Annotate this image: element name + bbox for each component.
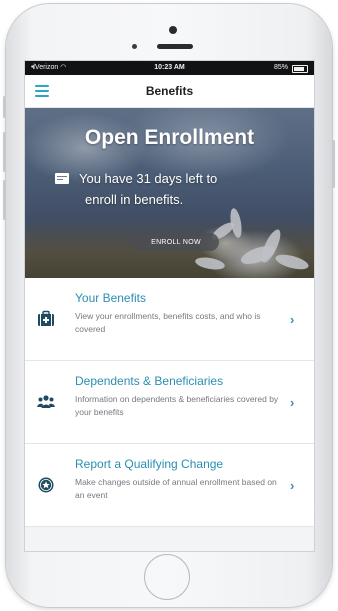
open-enrollment-banner: Open Enrollment You have 31 days left to… <box>25 108 314 278</box>
enrollment-message-line2: enroll in benefits. <box>85 192 184 207</box>
battery-percent: 85% <box>273 64 288 71</box>
status-bar: •ıl Verizon ◠ 10:23 AM 85% <box>25 61 314 75</box>
chevron-right-icon: › <box>290 395 295 410</box>
front-camera <box>169 26 177 34</box>
volume-up-button <box>3 132 6 172</box>
item-desc-your-benefits: View your enrollments, benefits costs, a… <box>75 311 261 334</box>
star-badge-icon <box>38 477 54 493</box>
list-item-dependents-beneficiaries[interactable]: Dependents & Beneficiaries Information o… <box>25 361 314 444</box>
app-screen: •ıl Verizon ◠ 10:23 AM 85% Benefits Open… <box>24 60 315 552</box>
group-people-icon <box>37 395 55 408</box>
enroll-now-button[interactable]: ENROLL NOW <box>133 233 219 251</box>
calendar-icon <box>55 173 69 184</box>
item-title-report-change: Report a Qualifying Change <box>75 457 224 471</box>
list-item-your-benefits[interactable]: Your Benefits View your enrollments, ben… <box>25 278 314 361</box>
item-desc-dependents: Information on dependents & beneficiarie… <box>75 394 279 417</box>
navigation-bar: Benefits <box>25 75 314 108</box>
battery-icon <box>292 65 308 73</box>
medical-kit-icon <box>38 310 54 326</box>
item-title-your-benefits: Your Benefits <box>75 291 146 305</box>
page-title: Benefits <box>145 84 194 98</box>
list-item-report-qualifying-change[interactable]: Report a Qualifying Change Make changes … <box>25 444 314 527</box>
proximity-sensor <box>132 44 137 49</box>
chevron-right-icon: › <box>290 478 295 493</box>
item-desc-report-change: Make changes outside of annual enrollmen… <box>75 477 277 500</box>
item-title-dependents: Dependents & Beneficiaries <box>75 374 224 388</box>
earpiece-speaker <box>157 44 193 49</box>
enrollment-message: You have 31 days left to enroll in benef… <box>55 168 295 210</box>
mute-switch <box>3 96 6 118</box>
banner-title: Open Enrollment <box>84 126 255 149</box>
status-time: 10:23 AM <box>154 64 185 71</box>
home-button[interactable] <box>144 554 190 600</box>
benefits-menu-list: Your Benefits View your enrollments, ben… <box>25 278 314 527</box>
enrollment-message-line1: You have 31 days left to <box>79 171 218 186</box>
power-button <box>332 140 335 188</box>
chevron-right-icon: › <box>290 312 295 327</box>
volume-down-button <box>3 180 6 220</box>
